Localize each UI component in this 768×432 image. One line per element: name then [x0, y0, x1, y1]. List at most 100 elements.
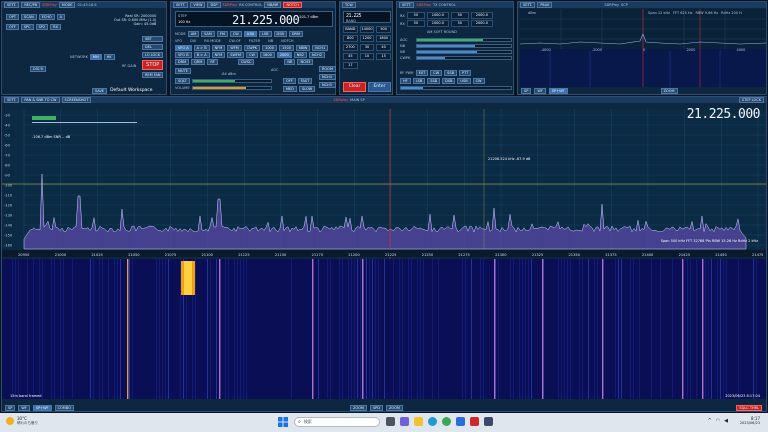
tx-row2-cell4[interactable]: 2000.0 [470, 20, 493, 27]
nch3-button[interactable]: NCH3 [297, 59, 314, 65]
mini-wf-button[interactable]: WF [534, 88, 546, 94]
tx-sett-button[interactable]: SETT. [399, 2, 415, 8]
vfo-b-button[interactable]: VFO B [175, 52, 192, 58]
edge-icon[interactable] [428, 417, 437, 426]
mode-cw[interactable]: CW [229, 31, 242, 37]
notch-button[interactable]: NOTCH [283, 2, 302, 8]
tcw-button[interactable]: TCW [342, 2, 356, 8]
tcw-key-17[interactable]: 17 [343, 62, 358, 69]
mini-peak-button[interactable]: PEAK [537, 2, 553, 8]
main-frequency-display[interactable]: 21.225.000 [687, 107, 761, 122]
ext-button[interactable]: EXT [415, 70, 429, 76]
tx-row1-cell3[interactable]: 50 [450, 12, 469, 19]
off-button[interactable]: OFF [6, 24, 19, 30]
tcw-key-40[interactable]: 40 [376, 44, 391, 51]
mini-sp-button[interactable]: SP [521, 88, 532, 94]
main-combo-button[interactable]: COMBO [54, 405, 74, 411]
tcw-key-1200[interactable]: 1200 [359, 35, 375, 42]
rx-frequency-display[interactable]: 21.225.000 [232, 13, 300, 27]
sqlc-thrl-button[interactable]: SQLC THRL [736, 405, 762, 411]
tcw-key-10[interactable]: 10 [359, 53, 375, 60]
enter-button[interactable]: Enter [368, 82, 391, 92]
mode-lsb[interactable]: LSB [258, 31, 272, 37]
sp2-button[interactable]: SP2 [35, 24, 49, 30]
nbnr-button[interactable]: NB/NR [264, 2, 282, 8]
rf-button[interactable]: RF [207, 59, 218, 65]
start-button[interactable] [278, 417, 288, 427]
drm-button[interactable]: DRM [175, 59, 190, 65]
main-wf-button[interactable]: WF [18, 405, 30, 411]
tx-row2-cell2[interactable]: 1000.0 [426, 20, 449, 27]
rx-sett-button[interactable]: SETT. [173, 2, 189, 8]
filter-1500-button[interactable]: 1500 [279, 45, 294, 51]
wfm-button[interactable]: WFM [227, 45, 242, 51]
swfm-button[interactable]: SWFM [227, 52, 245, 58]
main-spectrum-plot[interactable]: -30-40-50-60-70-80-90-100-110-120-130-14… [2, 104, 766, 404]
store-icon[interactable] [456, 417, 465, 426]
tx-row1-cell2[interactable]: 1000.0 [426, 12, 449, 19]
tx-mode-hf[interactable]: HF [400, 78, 411, 84]
tcw-key-30[interactable]: 30 [359, 44, 375, 51]
nch4-button[interactable]: NCH4 [319, 74, 336, 80]
scan-button[interactable]: SCAN [21, 14, 37, 20]
nb2-button[interactable]: NB2 [293, 52, 308, 58]
mh-button[interactable]: MH [89, 54, 102, 60]
mode-dsb[interactable]: DSB [273, 31, 287, 37]
nfm-button[interactable]: NFM [211, 45, 226, 51]
main-zoom2-button[interactable]: ZOOM [385, 405, 403, 411]
mode-drm[interactable]: DRM [288, 31, 304, 37]
taskbar-search[interactable]: ⌕ 検索 [294, 417, 380, 427]
nbw-button[interactable]: NBW [295, 45, 311, 51]
cw-button[interactable]: CW [246, 52, 258, 58]
save-workspace-button[interactable]: SAVE [92, 88, 108, 94]
step-lock-button[interactable]: STEP LOCK [738, 97, 764, 103]
app-icon[interactable] [484, 417, 493, 426]
tcw-key-14000[interactable]: 14000 [359, 26, 375, 33]
cwpk-button[interactable]: CWPK [243, 45, 261, 51]
taskbar-clock[interactable]: 8:17 2023/06/23 [740, 416, 760, 425]
agc-fast-button[interactable]: FAST [297, 78, 313, 84]
dig-r-button[interactable]: DIG R [30, 66, 46, 72]
weather-widget[interactable]: 30°C 晴れのち曇り [6, 416, 38, 426]
rx-dsp-button[interactable]: DSP [207, 2, 221, 8]
nch5-button[interactable]: NCH5 [319, 82, 336, 88]
screenshot-button[interactable]: SCREENSHOT [61, 97, 92, 103]
rem-fan-button[interactable]: REM FAN [142, 72, 164, 78]
vfo-a-button[interactable]: VFO A [175, 45, 192, 51]
mini-zoom-button[interactable]: ZOOM [660, 88, 678, 94]
agc-slow-button[interactable]: SLOW [298, 86, 316, 92]
tcw-key-1800[interactable]: 1800 [376, 35, 391, 42]
agc-med-button[interactable]: MED [283, 86, 297, 92]
del-button[interactable]: DEL [142, 44, 164, 50]
tx-mode-usb[interactable]: USB [457, 78, 471, 84]
opt-button[interactable]: OPT [6, 14, 20, 20]
stop-button[interactable]: STOP [142, 60, 164, 70]
rx-button[interactable]: RX [50, 24, 61, 30]
main-sp-button[interactable]: SP [5, 405, 16, 411]
clear-button[interactable]: Clear [343, 82, 366, 92]
tx-row2-cell3[interactable]: 50 [450, 20, 469, 27]
main-spd-button[interactable]: SPD [369, 405, 383, 411]
tx-mode-dsb[interactable]: DSB [442, 78, 456, 84]
speaker-icon[interactable]: ◀ [724, 418, 728, 424]
tx-mode-ssb[interactable]: SSB [427, 78, 441, 84]
hk-button[interactable]: HK [103, 54, 115, 60]
explorer-icon[interactable] [414, 417, 423, 426]
teams-icon[interactable] [400, 417, 409, 426]
ptt-button[interactable]: PTT [459, 70, 472, 76]
mode-am[interactable]: AM [187, 31, 200, 37]
left-sett-button[interactable]: SETT. [4, 2, 20, 8]
qrm-button[interactable]: QRM [191, 59, 206, 65]
room-button[interactable]: ROOM [319, 66, 336, 72]
mini-sett-button[interactable]: SETT. [520, 2, 536, 8]
nfm2-button[interactable]: NFM [211, 52, 226, 58]
tcw-key-15[interactable]: 15 [376, 53, 391, 60]
squelch-slider[interactable] [191, 79, 272, 83]
tx-mode-lsb[interactable]: LSB [412, 78, 426, 84]
tx-row2-cell1[interactable]: 50 [406, 20, 425, 27]
main-zoom-button[interactable]: ZOOM [350, 405, 367, 411]
cwsc-button[interactable]: CWSC [237, 59, 255, 65]
mini-spwf-button[interactable]: SP+WF [548, 88, 568, 94]
sqlt-button[interactable]: SQLT [175, 78, 190, 84]
mode-fm[interactable]: FM [216, 31, 228, 37]
